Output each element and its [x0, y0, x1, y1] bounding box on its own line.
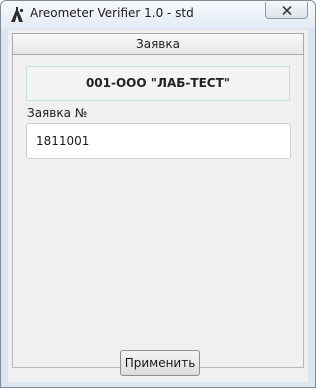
- app-icon: [9, 7, 25, 23]
- request-number-label: Заявка №: [27, 106, 88, 120]
- client-area: Заявка 001-ООО "ЛАБ-ТЕСТ" Заявка № Приме…: [8, 30, 308, 382]
- apply-button[interactable]: Применить: [120, 350, 200, 376]
- tab-request[interactable]: Заявка: [12, 33, 304, 55]
- request-number-input[interactable]: [26, 123, 291, 159]
- title-bar[interactable]: Areometer Verifier 1.0 - std: [1, 1, 315, 28]
- request-panel: 001-ООО "ЛАБ-ТЕСТ" Заявка №: [12, 55, 304, 368]
- organization-name: 001-ООО "ЛАБ-ТЕСТ": [26, 66, 290, 101]
- close-icon: [282, 6, 292, 15]
- window-title: Areometer Verifier 1.0 - std: [30, 6, 194, 20]
- app-window: Areometer Verifier 1.0 - std Заявка 001-…: [0, 0, 316, 388]
- close-button[interactable]: [265, 2, 308, 19]
